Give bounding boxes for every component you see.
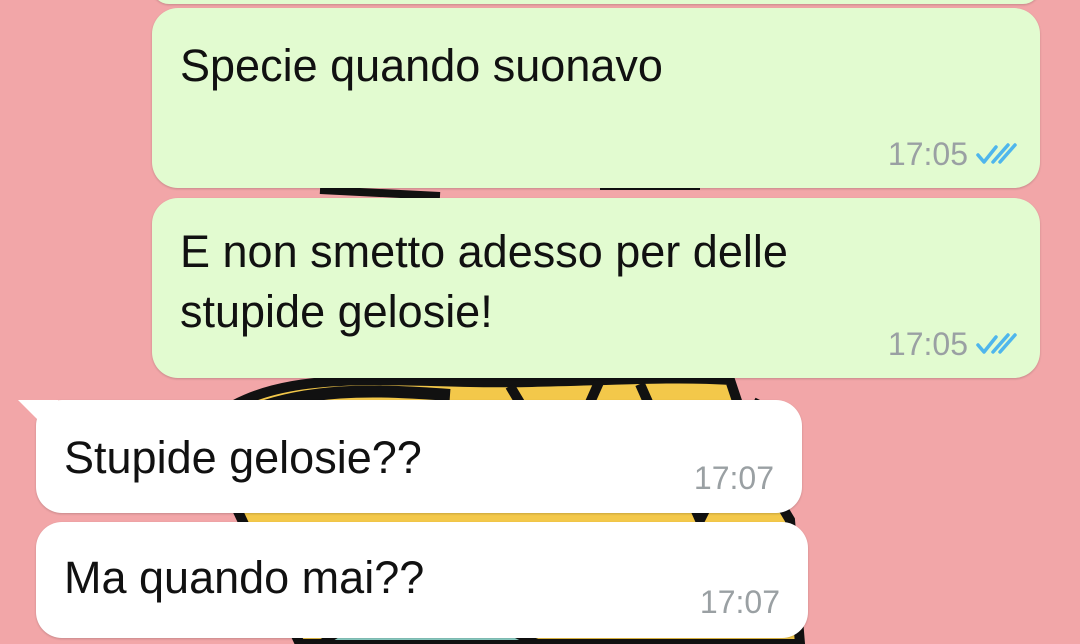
incoming-message-bubble[interactable]: Stupide gelosie?? 17:07 [36, 400, 802, 513]
message-text: Stupide gelosie?? [64, 432, 422, 483]
message-meta: 17:07 [694, 460, 774, 496]
message-text: Specie quando suonavo [180, 40, 663, 91]
message-text: E non smetto adesso per delle stupide ge… [180, 226, 788, 337]
message-text: Ma quando mai?? [64, 552, 425, 603]
incoming-bubble-tail [18, 400, 58, 440]
message-time: 17:07 [699, 584, 780, 620]
double-check-icon [976, 333, 1017, 354]
message-time: 17:05 [887, 326, 968, 362]
message-meta: 17:07 [700, 584, 780, 620]
message-meta: 17:05 [888, 326, 1018, 362]
message-time: 17:07 [693, 460, 774, 496]
message-time: 17:05 [887, 136, 968, 172]
incoming-message-bubble[interactable]: Ma quando mai?? 17:07 [36, 522, 808, 638]
outgoing-message-bubble[interactable]: Specie quando suonavo 17:05 [152, 8, 1040, 188]
double-check-icon [976, 143, 1017, 164]
outgoing-message-bubble[interactable]: E non smetto adesso per delle stupide ge… [152, 198, 1040, 378]
message-meta: 17:05 [888, 136, 1018, 172]
previous-message-bubble[interactable] [152, 0, 1040, 4]
